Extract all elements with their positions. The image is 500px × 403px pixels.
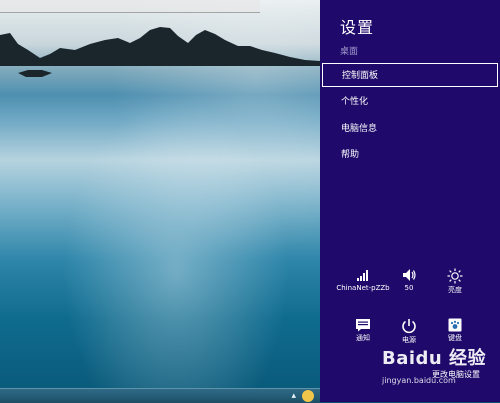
menu-item-control-panel[interactable]: 控制面板 (322, 63, 498, 87)
context-label: 桌面 (340, 47, 359, 57)
wifi-signal-icon (357, 270, 368, 281)
keyboard-label: 键盘 (448, 334, 462, 342)
keyboard-button[interactable]: 键盘 (427, 318, 483, 343)
taskbar: ▴ (0, 388, 320, 403)
menu-item-personalization[interactable]: 个性化 (322, 90, 498, 114)
keyboard-icon (448, 318, 462, 332)
baidu-jingyan-watermark: Baidu 经验 jingyan.baidu.com (382, 344, 498, 398)
speaker-icon (403, 269, 416, 281)
tray-app-icon[interactable] (302, 390, 314, 402)
sun-icon (447, 268, 463, 284)
panel-title: 设置 (340, 18, 375, 37)
watermark-url: jingyan.baidu.com (382, 376, 456, 385)
menu-item-help[interactable]: 帮助 (322, 143, 498, 167)
power-icon (402, 319, 416, 334)
brightness-button[interactable]: 亮度 (427, 268, 483, 295)
settings-charm-panel: 设置 桌面 控制面板 个性化 电脑信息 帮助 ChinaNet-pZZb 50 (320, 0, 500, 402)
notification-icon (356, 319, 370, 332)
watermark-logo: Baidu 经验 (382, 348, 487, 369)
tray-arrow-icon[interactable]: ▴ (291, 390, 296, 402)
rocks-silhouette (0, 27, 320, 77)
brightness-label: 亮度 (448, 286, 462, 294)
menu-item-pc-info[interactable]: 电脑信息 (322, 117, 498, 141)
desktop-wallpaper (0, 0, 320, 388)
